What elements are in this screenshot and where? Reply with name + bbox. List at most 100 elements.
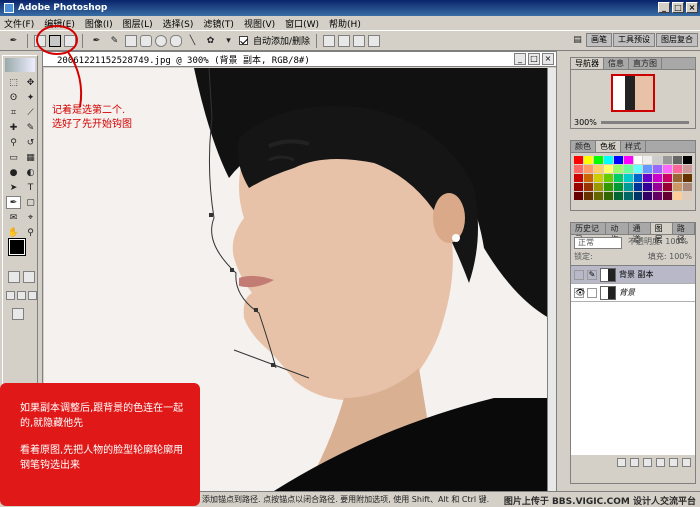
layer-name[interactable]: 背景 — [619, 287, 635, 298]
brush-tool-icon[interactable]: ✎ — [23, 121, 38, 134]
close-button[interactable]: × — [686, 2, 698, 13]
blur-tool-icon[interactable]: ● — [6, 166, 21, 179]
swatch-grid[interactable] — [571, 153, 695, 203]
doc-minimize-button[interactable]: _ — [514, 53, 526, 65]
zoom-tool-icon[interactable]: ⚲ — [23, 226, 38, 239]
doc-maximize-button[interactable]: □ — [528, 53, 540, 65]
window-titlebar: Adobe Photoshop _ □ × — [0, 0, 700, 16]
rounded-rectangle-icon[interactable] — [140, 34, 152, 47]
menu-filter[interactable]: 滤镜(T) — [203, 17, 234, 30]
auto-add-delete-checkbox[interactable] — [239, 36, 248, 45]
hand-tool-icon[interactable]: ✋ — [6, 226, 21, 239]
layer-style-icon[interactable] — [630, 458, 639, 467]
blend-mode-select[interactable]: 正常 — [574, 237, 622, 249]
rectangle-shape-icon[interactable] — [125, 34, 137, 47]
new-group-icon[interactable] — [656, 458, 665, 467]
trash-icon[interactable] — [682, 458, 691, 467]
tab-navigator[interactable]: 导航器 — [571, 58, 604, 69]
menu-view[interactable]: 视图(V) — [244, 17, 275, 30]
tab-layers[interactable]: 图层 — [650, 223, 673, 244]
tab-swatches[interactable]: 色板 — [596, 141, 621, 152]
pen-tool-icon[interactable]: ✒ — [6, 196, 21, 209]
photoshop-app-icon — [4, 3, 14, 13]
exclude-path-icon[interactable] — [368, 34, 381, 47]
freeform-pen-icon[interactable]: ✎ — [107, 34, 122, 47]
tab-channels[interactable]: 通道 — [629, 223, 651, 244]
navigator-panel: 导航器 信息 直方图 300% — [570, 57, 696, 129]
layer-visibility-icon[interactable]: 👁 — [574, 287, 585, 298]
navigator-zoom-slider[interactable] — [600, 120, 689, 124]
tab-layer-comps[interactable]: 图层复合 — [656, 33, 698, 47]
brush-link-icon[interactable]: ✎ — [587, 269, 597, 280]
link-layers-icon[interactable] — [617, 458, 626, 467]
tab-paths[interactable]: 路径 — [673, 223, 696, 244]
eraser-tool-icon[interactable]: ▭ — [6, 151, 21, 164]
jump-to-imageready-icon[interactable] — [12, 308, 24, 320]
navigator-zoom-value[interactable]: 300% — [574, 118, 597, 127]
history-brush-icon[interactable]: ↺ — [23, 136, 38, 149]
tab-actions[interactable]: 动作 — [606, 223, 629, 244]
standard-mode-icon[interactable] — [8, 271, 20, 283]
tab-color[interactable]: 颜色 — [571, 141, 596, 152]
tab-styles[interactable]: 样式 — [621, 141, 646, 152]
gradient-tool-icon[interactable]: ▦ — [23, 151, 38, 164]
new-layer-icon[interactable] — [669, 458, 678, 467]
layer-mask-icon[interactable] — [643, 458, 652, 467]
layer-row[interactable]: 👁 背景 — [571, 284, 695, 302]
layers-panel: 历史记录 动作 通道 图层 路径 正常 不透明度: 100% 锁定: 填充: 1… — [570, 222, 696, 484]
layer-row[interactable]: ✎ 背景 副本 — [571, 266, 695, 284]
crop-tool-icon[interactable]: ⌗ — [6, 106, 21, 119]
path-selection-icon[interactable]: ➤ — [6, 181, 21, 194]
marquee-tool-icon[interactable]: ⬚ — [6, 76, 21, 89]
polygon-icon[interactable] — [170, 34, 182, 47]
lasso-tool-icon[interactable]: ʘ — [6, 91, 21, 104]
vertical-scrollbar[interactable] — [547, 68, 556, 491]
tab-history[interactable]: 历史记录 — [571, 223, 607, 244]
quickmask-mode-icon[interactable] — [23, 271, 35, 283]
subtract-path-icon[interactable] — [338, 34, 351, 47]
menu-window[interactable]: 窗口(W) — [285, 17, 319, 30]
tab-tool-presets[interactable]: 工具预设 — [613, 33, 655, 47]
layer-link-icon[interactable] — [587, 287, 597, 298]
tab-brushes[interactable]: 画笔 — [586, 33, 612, 47]
add-path-icon[interactable] — [323, 34, 336, 47]
type-tool-icon[interactable]: T — [23, 181, 38, 194]
status-text: 添加锚点到路径. 点按锚点以闭合路径. 要用附加选项, 使用 Shift、Alt… — [202, 495, 490, 504]
watermark-text: 图片上传于 BBS.VIGIC.COM 设计人交流平台 — [503, 494, 696, 507]
notes-tool-icon[interactable]: ✉ — [6, 211, 21, 224]
maximize-button[interactable]: □ — [672, 2, 684, 13]
line-icon[interactable]: ╲ — [185, 34, 200, 47]
shape-tool-icon[interactable]: ▢ — [23, 196, 38, 209]
foreground-color-swatch[interactable] — [9, 239, 25, 255]
screen-mode-standard-icon[interactable] — [6, 291, 15, 300]
navigator-preview[interactable] — [571, 70, 695, 116]
custom-shape-icon[interactable]: ✿ — [203, 34, 218, 47]
menu-layer[interactable]: 图层(L) — [123, 17, 153, 30]
file-browser-icon[interactable]: ▤ — [570, 33, 585, 46]
doc-close-button[interactable]: × — [542, 53, 554, 65]
layer-thumbnail — [600, 267, 616, 282]
annotation-box-paragraph-2: 看着原图,先把人物的脸型轮廓轮廓用钢笔钩选出来 — [20, 445, 184, 471]
fill-field[interactable]: 填充: 100% — [648, 251, 692, 262]
chevron-down-icon[interactable]: ▾ — [221, 34, 236, 47]
tab-info[interactable]: 信息 — [604, 58, 629, 69]
intersect-path-icon[interactable] — [353, 34, 366, 47]
window-title: Adobe Photoshop — [18, 3, 108, 13]
healing-brush-icon[interactable]: ✚ — [6, 121, 21, 134]
tab-histogram[interactable]: 直方图 — [629, 58, 662, 69]
annotation-note-1-line-1: 记着是选第二个. — [52, 105, 126, 116]
options-separator — [316, 33, 318, 48]
screen-mode-full-menu-icon[interactable] — [17, 291, 26, 300]
ellipse-icon[interactable] — [155, 34, 167, 47]
layer-name[interactable]: 背景 副本 — [619, 269, 654, 280]
dodge-tool-icon[interactable]: ◐ — [23, 166, 38, 179]
menu-select[interactable]: 选择(S) — [163, 17, 194, 30]
screen-mode-full-icon[interactable] — [28, 291, 37, 300]
pen-tool-preset-icon[interactable]: ✒ — [6, 34, 21, 47]
layer-visibility-icon[interactable] — [574, 269, 584, 280]
minimize-button[interactable]: _ — [658, 2, 670, 13]
eyedropper-icon[interactable]: ⌖ — [23, 211, 38, 224]
opacity-field[interactable]: 不透明度: 100% — [625, 237, 692, 249]
clone-stamp-icon[interactable]: ⚲ — [6, 136, 21, 149]
menu-help[interactable]: 帮助(H) — [329, 17, 361, 30]
